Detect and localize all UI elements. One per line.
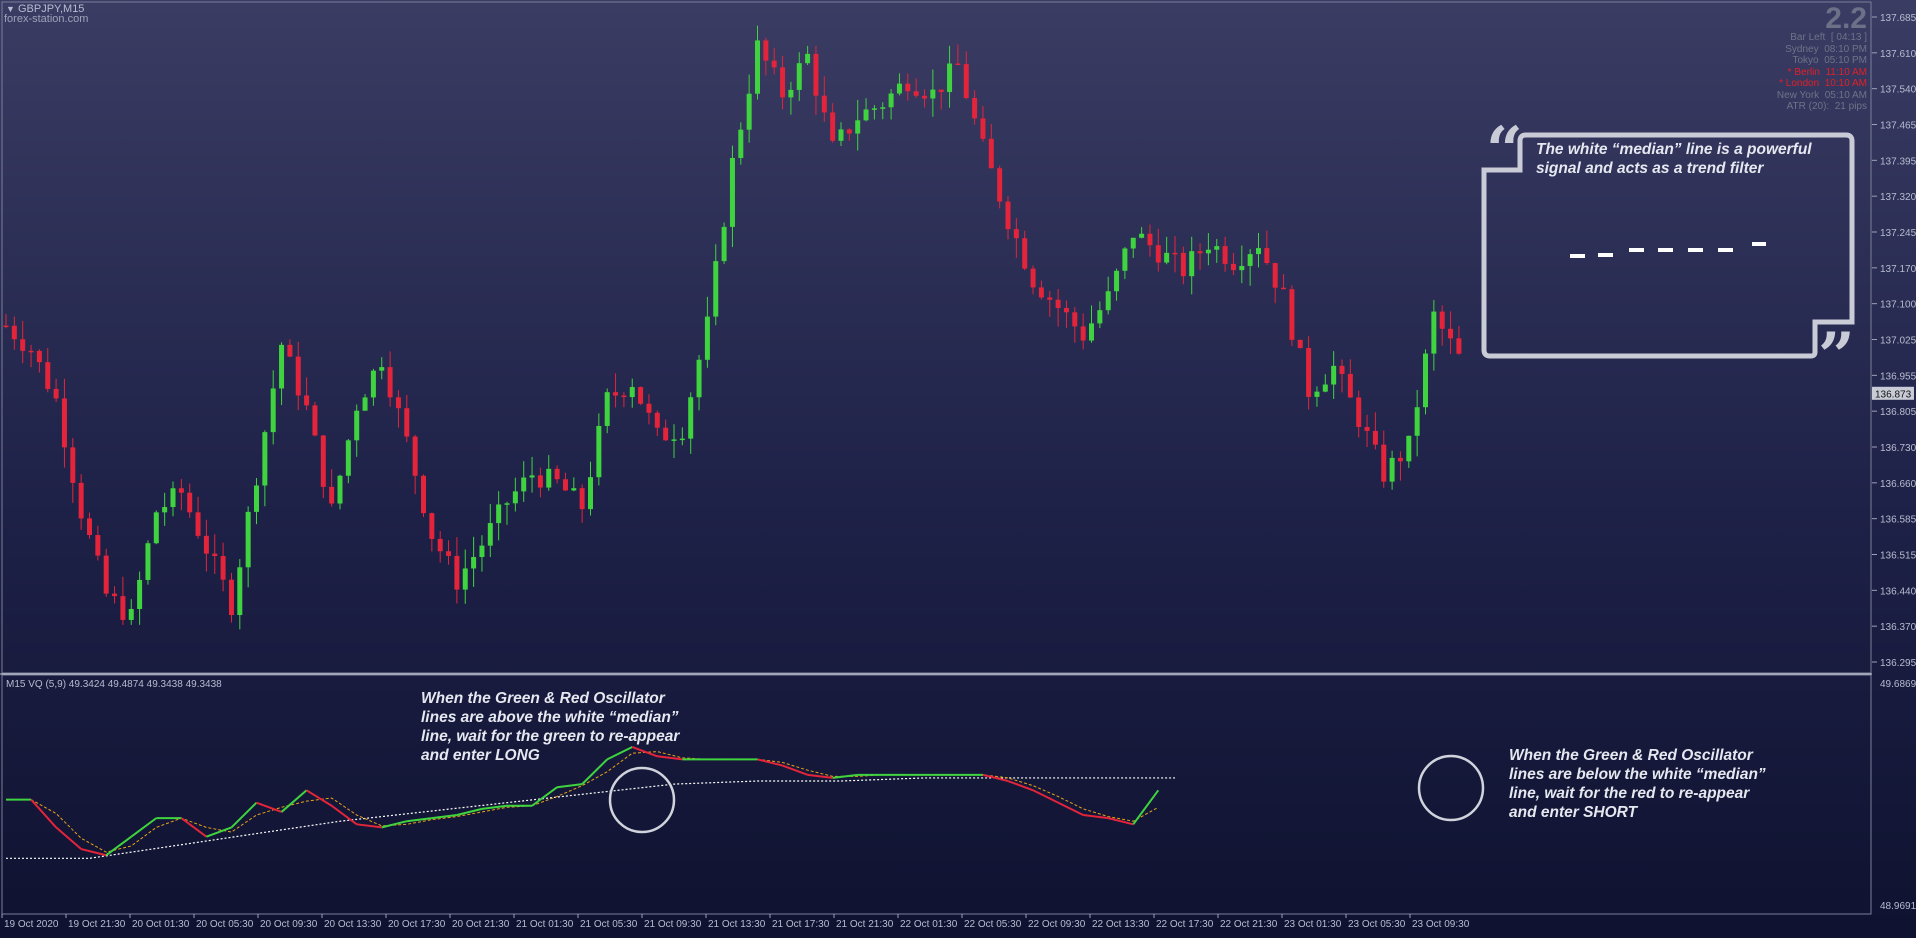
note-line: and enter SHORT bbox=[1509, 804, 1638, 821]
clock-row: * Berlin 11:10 AM bbox=[1787, 66, 1867, 78]
clock-row: Tokyo 05:10 PM bbox=[1792, 55, 1868, 66]
time-tick-label: 20 Oct 01:30 bbox=[132, 919, 190, 930]
time-tick-label: 23 Oct 05:30 bbox=[1348, 919, 1406, 930]
close-quote-icon: ” bbox=[1818, 319, 1855, 394]
price-tick-label: 137.540 bbox=[1880, 85, 1916, 96]
price-tick-label: 137.025 bbox=[1880, 336, 1916, 347]
candle bbox=[721, 222, 727, 264]
time-tick-label: 20 Oct 17:30 bbox=[388, 919, 446, 930]
price-tick-label: 136.515 bbox=[1880, 551, 1916, 562]
median-note: The white “median” line is a powerful si… bbox=[1536, 140, 1812, 178]
candle bbox=[153, 510, 159, 545]
note-line: line, wait for the red to re-appear bbox=[1509, 785, 1750, 802]
price-tick-label: 136.730 bbox=[1880, 443, 1916, 454]
price-tick-label: 137.465 bbox=[1880, 121, 1916, 132]
clock-row: Sydney 08:10 PM bbox=[1785, 43, 1867, 55]
candle bbox=[103, 548, 109, 597]
time-tick-label: 23 Oct 01:30 bbox=[1284, 919, 1342, 930]
time-tick-label: 20 Oct 09:30 bbox=[260, 919, 318, 930]
time-tick-label: 20 Oct 05:30 bbox=[196, 919, 254, 930]
time-tick-label: 22 Oct 01:30 bbox=[900, 919, 958, 930]
clock-row: New York 05:10 AM bbox=[1776, 89, 1867, 101]
note-line: signal and acts as a trend filter bbox=[1536, 160, 1764, 177]
watermark-label: forex-station.com bbox=[4, 13, 89, 25]
price-tick-label: 137.245 bbox=[1880, 228, 1916, 239]
info-value: 2.2 bbox=[1825, 2, 1867, 35]
current-price-label: 136.873 bbox=[1875, 389, 1912, 400]
note-line: and enter LONG bbox=[421, 747, 540, 764]
price-tick-label: 136.295 bbox=[1880, 658, 1916, 669]
price-tick-label: 136.585 bbox=[1880, 515, 1916, 526]
price-tick-label: 137.610 bbox=[1880, 49, 1916, 60]
price-tick-label: 136.660 bbox=[1880, 479, 1916, 490]
clock-row: ATR (20): 21 pips bbox=[1786, 101, 1867, 112]
note-line: When the Green & Red Oscillator bbox=[1509, 747, 1753, 764]
time-tick-label: 22 Oct 05:30 bbox=[964, 919, 1022, 930]
candle bbox=[1423, 349, 1428, 415]
candle bbox=[1297, 339, 1303, 349]
price-tick-label: 136.440 bbox=[1880, 586, 1916, 597]
candle bbox=[145, 540, 151, 585]
long-note: When the Green & Red Oscillator lines ar… bbox=[421, 689, 679, 765]
price-tick-label: 137.685 bbox=[1880, 13, 1916, 24]
price-tick-label: 137.100 bbox=[1880, 300, 1916, 311]
note-line: The white “median” line is a powerful bbox=[1536, 141, 1812, 158]
indicator-tick-label: 49.6869 bbox=[1880, 679, 1916, 690]
time-tick-label: 22 Oct 17:30 bbox=[1156, 919, 1214, 930]
clock-row: * London 10:10 AM bbox=[1779, 78, 1867, 89]
time-tick-label: 21 Oct 13:30 bbox=[708, 919, 766, 930]
time-tick-label: 19 Oct 2020 bbox=[4, 919, 59, 930]
short-note: When the Green & Red Oscillator lines ar… bbox=[1509, 746, 1766, 822]
time-tick-label: 20 Oct 13:30 bbox=[324, 919, 382, 930]
session-clock-panel: Bar Left [ 04:13 ] Sydney 08:10 PM Tokyo… bbox=[1777, 32, 1867, 113]
price-tick-label: 137.320 bbox=[1880, 192, 1916, 203]
candle bbox=[1289, 285, 1295, 347]
price-tick-label: 137.170 bbox=[1880, 264, 1916, 275]
time-tick-label: 22 Oct 21:30 bbox=[1220, 919, 1278, 930]
note-line: lines are below the white “median” bbox=[1509, 766, 1766, 783]
time-tick-label: 21 Oct 05:30 bbox=[580, 919, 638, 930]
time-tick-label: 21 Oct 01:30 bbox=[516, 919, 574, 930]
candle bbox=[312, 401, 318, 437]
clock-row: Bar Left [ 04:13 ] bbox=[1790, 32, 1867, 43]
indicator-title: M15 VQ (5,9) 49.3424 49.4874 49.3438 49.… bbox=[6, 679, 222, 690]
time-tick-label: 23 Oct 09:30 bbox=[1412, 919, 1470, 930]
open-quote-icon: “ bbox=[1486, 113, 1523, 188]
chart-window[interactable]: 137.685 137.610 137.540 137.465 137.395 137.3… bbox=[0, 0, 1916, 933]
price-tick-label: 136.955 bbox=[1880, 371, 1916, 382]
candle bbox=[638, 386, 644, 406]
time-tick-label: 21 Oct 17:30 bbox=[772, 919, 830, 930]
indicator-tick-label: 48.9691 bbox=[1880, 901, 1916, 912]
time-tick-label: 21 Oct 21:30 bbox=[836, 919, 894, 930]
note-line: lines are above the white “median” bbox=[421, 709, 679, 726]
time-tick-label: 22 Oct 13:30 bbox=[1092, 919, 1150, 930]
time-tick-label: 20 Oct 21:30 bbox=[452, 919, 510, 930]
note-line: When the Green & Red Oscillator bbox=[421, 690, 665, 707]
note-line: line, wait for the green to re-appear bbox=[421, 728, 680, 745]
time-tick-label: 21 Oct 09:30 bbox=[644, 919, 702, 930]
price-tick-label: 136.805 bbox=[1880, 407, 1916, 418]
price-tick-label: 137.395 bbox=[1880, 156, 1916, 167]
time-tick-label: 22 Oct 09:30 bbox=[1028, 919, 1086, 930]
candle bbox=[421, 474, 426, 518]
time-tick-label: 19 Oct 21:30 bbox=[68, 919, 126, 930]
price-tick-label: 136.370 bbox=[1880, 622, 1916, 633]
